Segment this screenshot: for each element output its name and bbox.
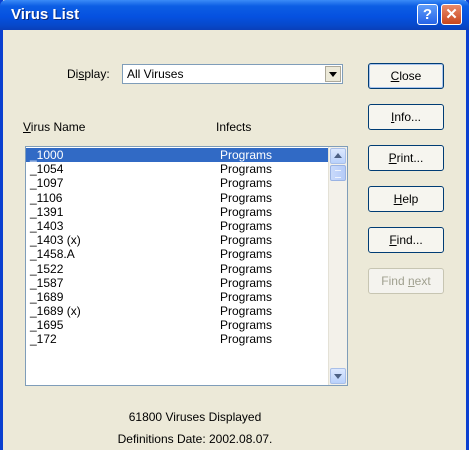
window-title: Virus List	[11, 6, 80, 23]
print-button[interactable]: Print...	[368, 145, 444, 171]
virus-list[interactable]: _1000 Programs _1054 Programs _1097 Programs _…	[25, 146, 348, 386]
infects-value: Programs	[220, 304, 273, 319]
infects-value: Programs	[220, 318, 273, 333]
infects-value: Programs	[220, 275, 273, 290]
infects-value: Programs	[220, 261, 273, 276]
virus-name: _1403	[30, 218, 64, 233]
list-item[interactable]: _1458.A Programs	[26, 247, 329, 261]
infects-header: Infects	[216, 120, 252, 134]
virus-name: _1689 (x)	[30, 304, 81, 319]
find-button[interactable]: Find...	[368, 227, 444, 253]
infects-value: Programs	[220, 233, 273, 248]
list-item[interactable]: _1391 Programs	[26, 205, 329, 219]
scroll-down-icon[interactable]	[330, 368, 346, 384]
virus-name: _1522	[30, 261, 64, 276]
title-bar[interactable]: Virus List ? ✕	[0, 0, 469, 30]
virus-count-status: 61800 Viruses Displayed	[128, 410, 262, 424]
infects-value: Programs	[220, 176, 273, 191]
list-item[interactable]: _1587 Programs	[26, 276, 329, 290]
virus-list-dialog: Virus List ? ✕ Display: All Viruses Viru…	[0, 0, 469, 450]
infects-value: Programs	[220, 148, 273, 162]
list-item[interactable]: _1689 (x) Programs	[26, 304, 329, 318]
help-icon[interactable]: ?	[417, 4, 438, 25]
help-button[interactable]: Help	[368, 186, 444, 212]
list-item[interactable]: _1097 Programs	[26, 176, 329, 190]
display-label: Display:	[67, 67, 110, 81]
infects-value: Programs	[220, 162, 273, 177]
list-item[interactable]: _1403 (x) Programs	[26, 233, 329, 247]
close-icon[interactable]: ✕	[441, 4, 462, 25]
virus-name: _1000	[30, 148, 64, 162]
virus-name: _1689	[30, 289, 64, 304]
scroll-thumb[interactable]	[330, 165, 346, 181]
find-next-button[interactable]: Find next	[368, 268, 444, 294]
virus-name: _1106	[30, 190, 63, 205]
info-button[interactable]: Info...	[368, 104, 444, 130]
infects-value: Programs	[220, 218, 273, 233]
infects-value: Programs	[220, 190, 273, 205]
virus-name: _172	[30, 332, 57, 347]
infects-value: Programs	[220, 289, 273, 304]
virus-name: _1391	[30, 204, 64, 219]
definitions-date: Definitions Date: 2002.08.07.	[117, 432, 273, 446]
display-select-value: All Viruses	[127, 67, 184, 81]
infects-value: Programs	[220, 204, 273, 219]
virus-name: _1054	[30, 162, 64, 177]
list-item[interactable]: _1689 Programs	[26, 290, 329, 304]
list-item[interactable]: _172 Programs	[26, 332, 329, 346]
close-button[interactable]: Close	[368, 63, 444, 89]
display-select[interactable]: All Viruses	[122, 64, 343, 84]
infects-value: Programs	[220, 332, 273, 347]
list-item[interactable]: _1403 Programs	[26, 219, 329, 233]
virus-name: _1097	[30, 176, 64, 191]
list-item[interactable]: _1522 Programs	[26, 262, 329, 276]
list-item[interactable]: _1054 Programs	[26, 162, 329, 176]
virus-list-rows: _1000 Programs _1054 Programs _1097 Programs _…	[26, 148, 329, 347]
list-item[interactable]: _1695 Programs	[26, 318, 329, 332]
virus-name-header: Virus Name	[23, 120, 86, 134]
virus-name: _1695	[30, 318, 64, 333]
virus-name: _1403 (x)	[30, 233, 81, 248]
infects-value: Programs	[220, 247, 273, 262]
virus-name: _1458.A	[30, 247, 75, 262]
list-item[interactable]: _1000 Programs	[26, 148, 329, 163]
list-item[interactable]: _1106 Programs	[26, 191, 329, 205]
scrollbar[interactable]	[328, 147, 347, 385]
scroll-up-icon[interactable]	[330, 148, 346, 164]
virus-name: _1587	[30, 275, 64, 290]
chevron-down-icon[interactable]	[325, 66, 341, 82]
